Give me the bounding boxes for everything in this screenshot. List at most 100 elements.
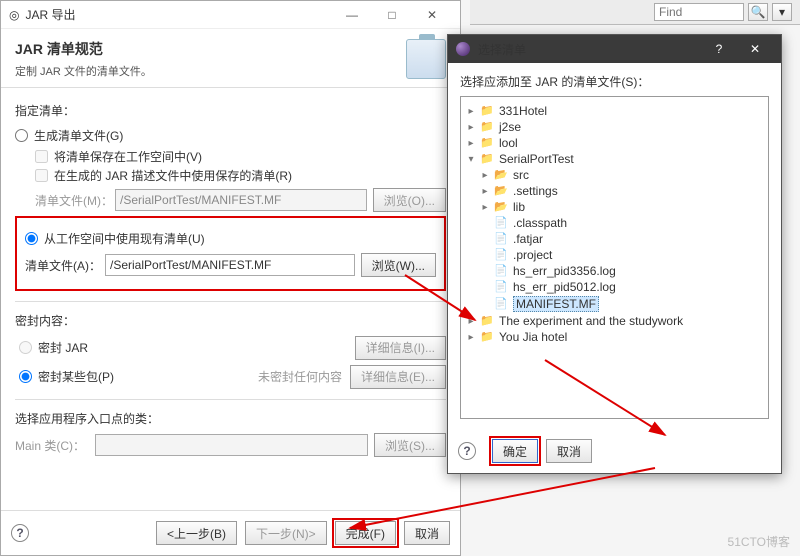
watermark: 51CTO博客	[728, 533, 790, 550]
checkbox-use-saved: 在生成的 JAR 描述文件中使用保存的清单(R)	[35, 167, 446, 184]
entry-point-label: 选择应用程序入口点的类：	[15, 410, 446, 427]
cancel-button[interactable]: 取消	[546, 439, 592, 463]
tree-item-label: .fatjar	[513, 232, 543, 246]
finish-button[interactable]: 完成(F)	[335, 521, 396, 545]
file-tree[interactable]: ▸📁331Hotel▸📁j2se▸📁lool▾📁SerialPortTest▸📂…	[460, 96, 769, 419]
tree-item[interactable]: ▸📁331Hotel	[465, 103, 764, 119]
tree-item-label: .settings	[513, 184, 558, 198]
folder-icon: 📂	[493, 200, 509, 214]
dialog-heading: JAR 清单规范	[15, 39, 406, 59]
expand-icon[interactable]	[479, 217, 491, 229]
minimize-button[interactable]: —	[332, 2, 372, 28]
proj-icon: 📁	[479, 314, 495, 328]
radio-generate-label: 生成清单文件(G)	[34, 127, 123, 144]
tree-item[interactable]: ▸📂 lib	[465, 199, 764, 215]
tree-item-label: lool	[499, 136, 518, 150]
help-icon[interactable]: ?	[11, 524, 29, 542]
radio-seal-jar: 密封 JAR	[19, 337, 355, 358]
tree-item[interactable]: 📄hs_err_pid5012.log	[465, 279, 764, 295]
radio-existing-label: 从工作空间中使用现有清单(U)	[44, 230, 205, 247]
expand-icon[interactable]: ▸	[465, 105, 477, 117]
tree-item-label: .project	[513, 248, 552, 262]
tree-item[interactable]: ▸📁 The experiment and the studywork	[465, 313, 764, 329]
proj-icon: 📁	[479, 136, 495, 150]
tree-item-label: hs_err_pid5012.log	[513, 280, 616, 294]
help-icon[interactable]: ?	[458, 442, 476, 460]
select-manifest-dialog: 选择清单 ? ✕ 选择应添加至 JAR 的清单文件(S)： ▸📁331Hotel…	[447, 34, 782, 474]
expand-icon[interactable]: ▸	[465, 137, 477, 149]
maximize-button[interactable]: □	[372, 2, 412, 28]
toolbar-dropdown-icon[interactable]: ▾	[772, 3, 792, 21]
dialog-footer: ? <上一步(B) 下一步(N)> 完成(F) 取消	[1, 510, 460, 555]
tree-item[interactable]: 📄.project	[465, 247, 764, 263]
browse-w-button[interactable]: 浏览(W)...	[361, 253, 436, 277]
cb-save-label: 将清单保存在工作空间中(V)	[54, 148, 202, 165]
cb-use-saved-label: 在生成的 JAR 描述文件中使用保存的清单(R)	[54, 167, 292, 184]
dialog-subheading: 定制 JAR 文件的清单文件。	[15, 63, 406, 79]
tree-item[interactable]: ▸📂.settings	[465, 183, 764, 199]
expand-icon[interactable]	[479, 249, 491, 261]
tree-item-label: The experiment and the studywork	[499, 314, 683, 328]
dialog-title: JAR 导出	[25, 6, 332, 23]
file-icon: 📄	[493, 216, 509, 230]
dialog2-help-button[interactable]: ?	[701, 42, 737, 56]
tree-item-label: SerialPortTest	[499, 152, 574, 166]
expand-icon[interactable]: ▸	[465, 315, 477, 327]
dialog2-prompt: 选择应添加至 JAR 的清单文件(S)：	[460, 73, 769, 90]
dialog-body: 指定清单： 生成清单文件(G) 将清单保存在工作空间中(V) 在生成的 JAR …	[1, 88, 460, 510]
expand-icon[interactable]	[479, 298, 491, 310]
tree-item-label: 331Hotel	[499, 104, 547, 118]
tree-item[interactable]: ▸📁 lool	[465, 135, 764, 151]
file-icon: 📄	[493, 232, 509, 246]
expand-icon[interactable]	[479, 281, 491, 293]
radio-generate-manifest[interactable]: 生成清单文件(G)	[15, 125, 446, 146]
expand-icon[interactable]: ▸	[479, 185, 491, 197]
expand-icon[interactable]: ▸	[479, 169, 491, 181]
details-i-button: 详细信息(I)...	[355, 336, 446, 360]
expand-icon[interactable]	[479, 265, 491, 277]
find-input[interactable]	[654, 3, 744, 21]
browse-o-button: 浏览(O)...	[373, 188, 446, 212]
tree-item-label: j2se	[499, 120, 521, 134]
ok-button[interactable]: 确定	[492, 439, 538, 463]
tree-item-label: lib	[513, 200, 525, 214]
main-toolbar: 🔍 ▾	[470, 0, 800, 25]
tree-item-label: MANIFEST.MF	[513, 296, 599, 312]
dialog-header: JAR 清单规范 定制 JAR 文件的清单文件。	[1, 29, 460, 88]
expand-icon[interactable]: ▸	[479, 201, 491, 213]
file-icon: 📄	[493, 264, 509, 278]
cancel-button[interactable]: 取消	[404, 521, 450, 545]
tree-item[interactable]: ▸📁You Jia hotel	[465, 329, 764, 345]
file-icon: 📄	[493, 297, 509, 311]
sealed-none-text: 未密封任何内容	[258, 368, 342, 385]
dialog2-title: 选择清单	[478, 41, 701, 58]
dialog2-close-button[interactable]: ✕	[737, 42, 773, 56]
tree-item[interactable]: 📄hs_err_pid3356.log	[465, 263, 764, 279]
radio-seal-packages[interactable]: 密封某些包(P)	[19, 366, 258, 387]
expand-icon[interactable]: ▸	[465, 331, 477, 343]
proj-icon: 📁	[479, 120, 495, 134]
tree-item[interactable]: ▸📁 j2se	[465, 119, 764, 135]
specify-label: 指定清单：	[15, 102, 446, 119]
tree-item[interactable]: ▾📁SerialPortTest	[465, 151, 764, 167]
search-icon[interactable]: 🔍	[748, 3, 768, 21]
radio-use-existing[interactable]: 从工作空间中使用现有清单(U)	[25, 228, 436, 249]
jar-icon	[406, 39, 446, 79]
manifest-a-input[interactable]	[105, 254, 355, 276]
checkbox-save-workspace: 将清单保存在工作空间中(V)	[35, 148, 446, 165]
manifest-m-label: 清单文件(M)：	[35, 192, 115, 209]
tree-item[interactable]: 📄 MANIFEST.MF	[465, 295, 764, 313]
expand-icon[interactable]: ▸	[465, 121, 477, 133]
dialog-titlebar: ◎ JAR 导出 — □ ✕	[1, 1, 460, 29]
highlighted-option: 从工作空间中使用现有清单(U) 清单文件(A)： 浏览(W)...	[15, 216, 446, 291]
expand-icon[interactable]	[479, 233, 491, 245]
tree-item-label: You Jia hotel	[499, 330, 567, 344]
tree-item[interactable]: 📄.classpath	[465, 215, 764, 231]
folder-icon: 📂	[493, 168, 509, 182]
tree-item[interactable]: 📄 .fatjar	[465, 231, 764, 247]
tree-item[interactable]: ▸📂src	[465, 167, 764, 183]
close-button[interactable]: ✕	[412, 2, 452, 28]
back-button[interactable]: <上一步(B)	[156, 521, 237, 545]
expand-icon[interactable]: ▾	[465, 153, 477, 165]
details-e-button: 详细信息(E)...	[350, 365, 446, 389]
